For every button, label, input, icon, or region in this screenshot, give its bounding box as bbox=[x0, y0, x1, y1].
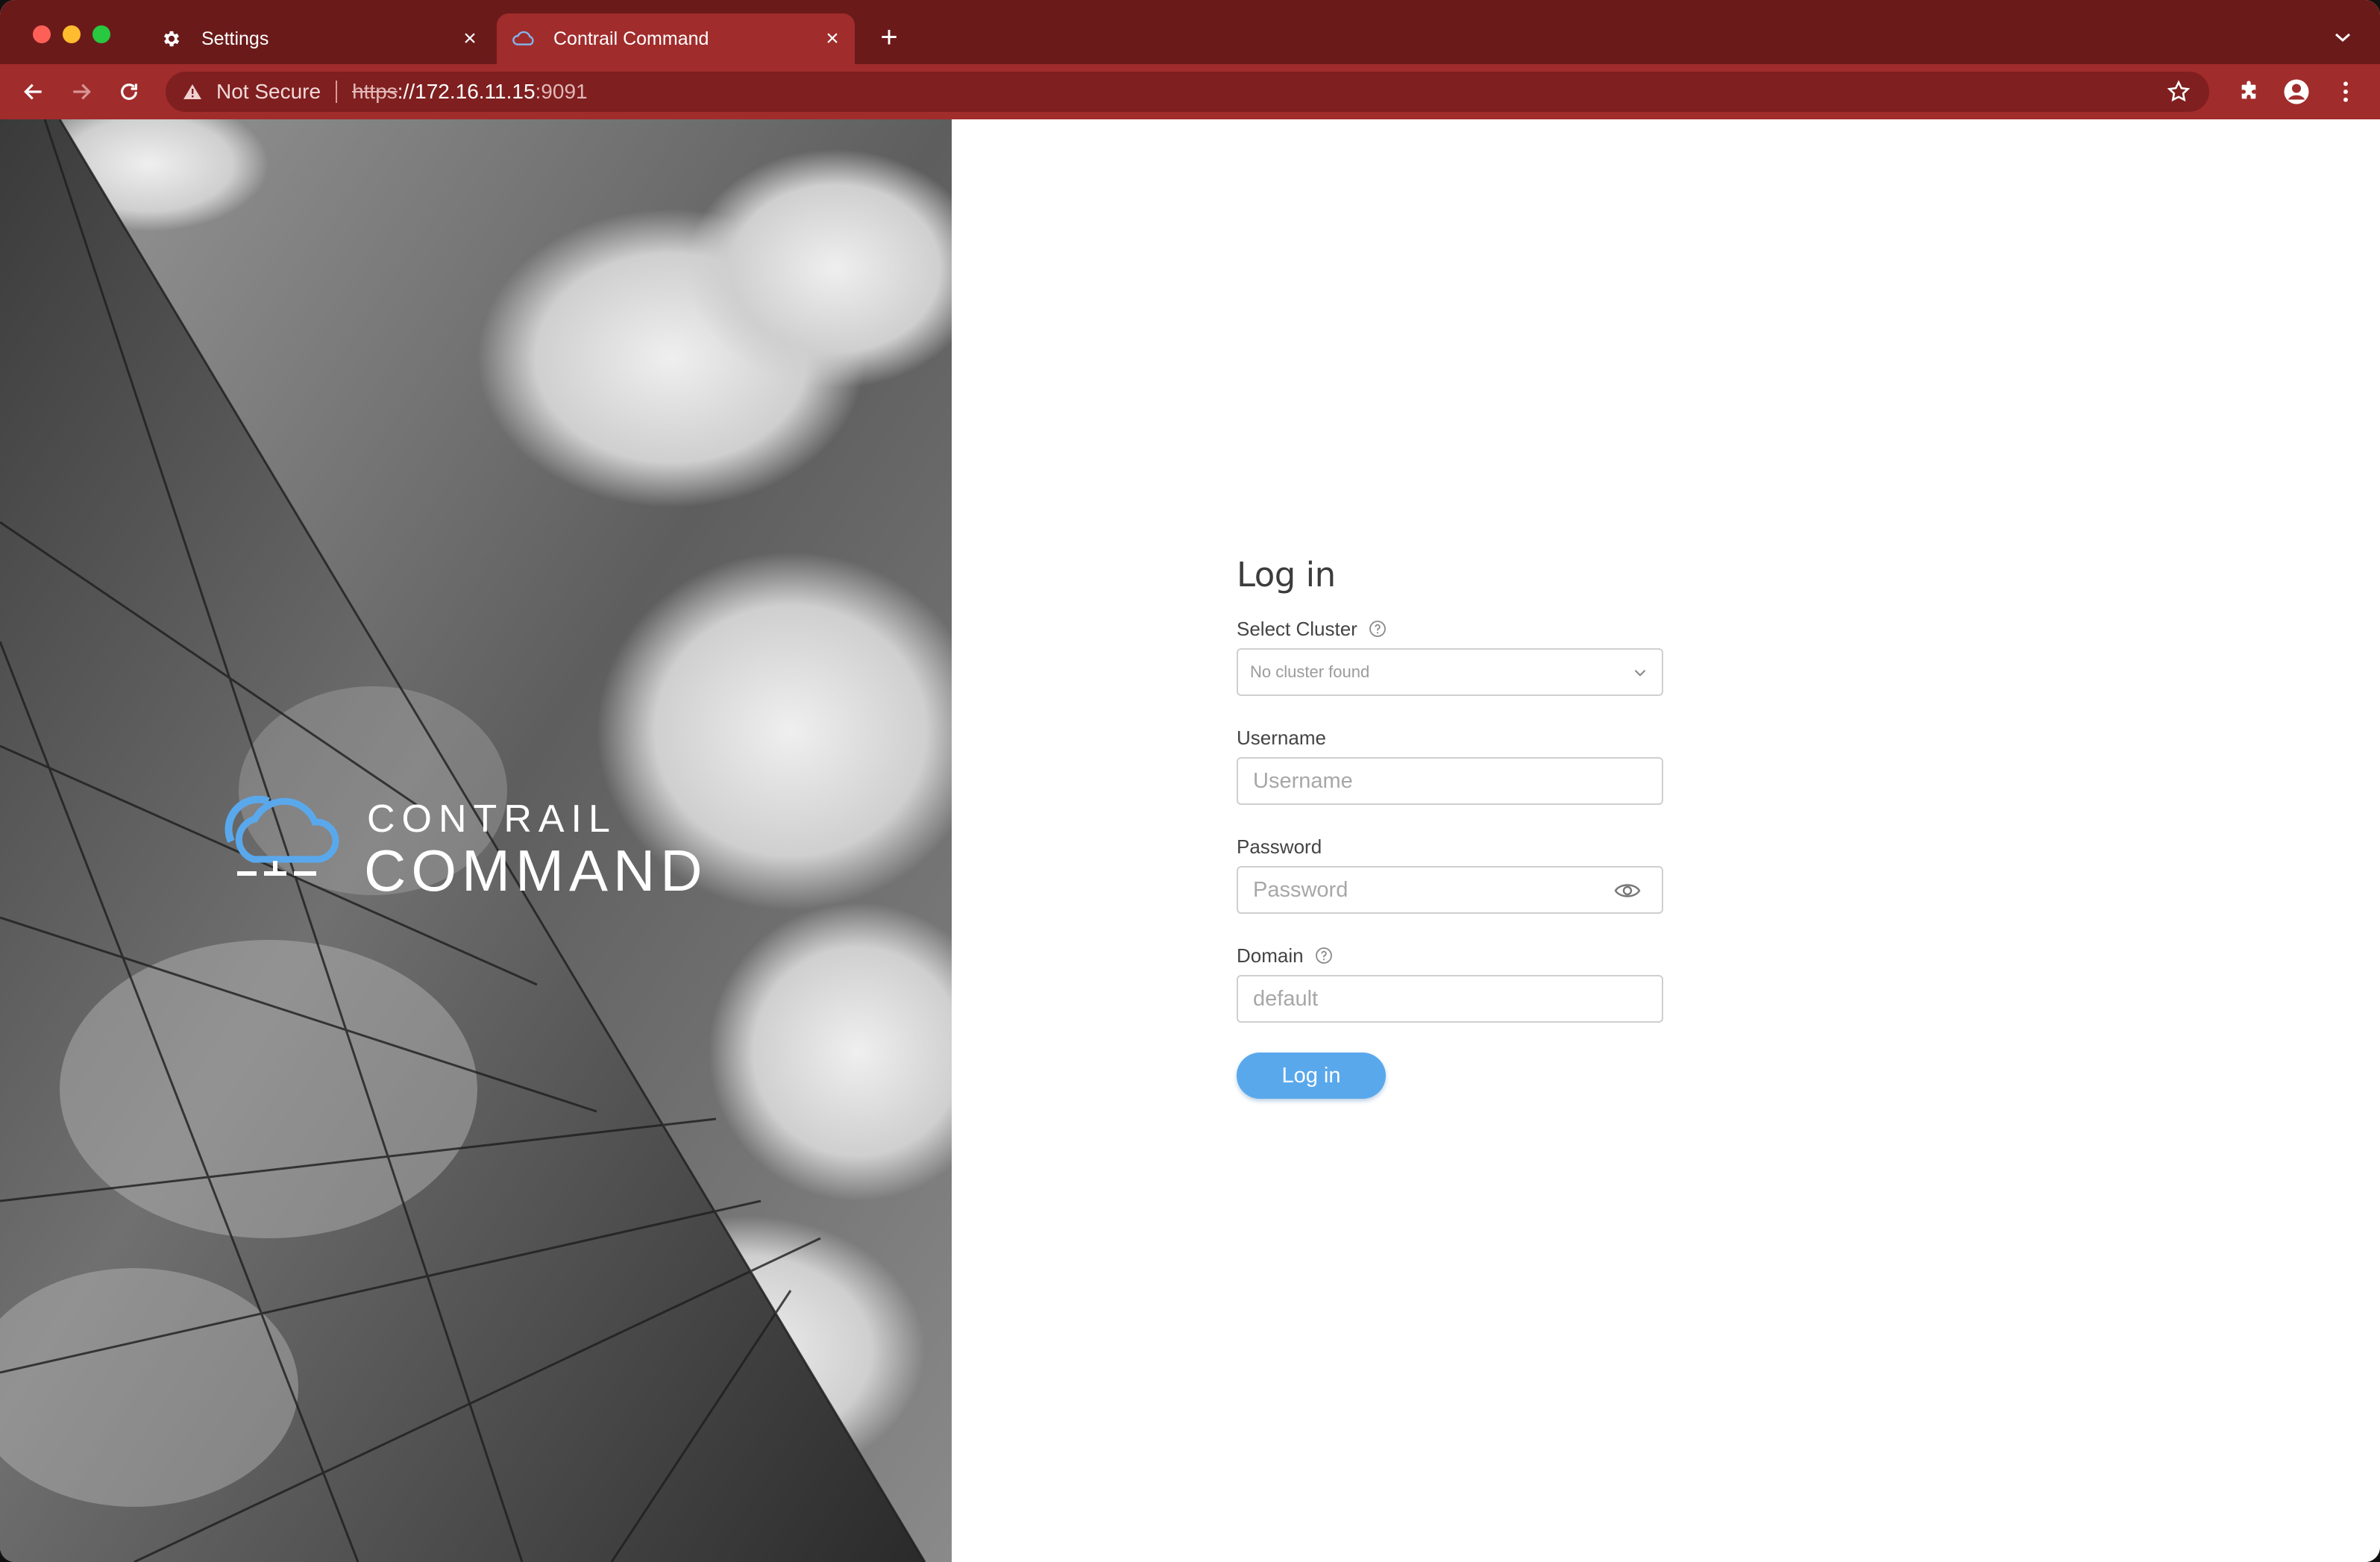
password-placeholder: Password bbox=[1253, 877, 1348, 902]
brand-wordmark-bottom: COMMAND bbox=[364, 838, 708, 903]
bookmark-star-icon[interactable] bbox=[2166, 79, 2191, 104]
help-icon[interactable] bbox=[1368, 619, 1387, 639]
browser-toolbar: Not Secure https ://172.16.11.15 :9091 bbox=[0, 64, 2380, 119]
warning-icon[interactable] bbox=[180, 80, 204, 104]
browser-window: Settings × Contrail Command × + Not Secu… bbox=[0, 0, 2380, 1562]
username-input[interactable]: Username bbox=[1237, 757, 1663, 805]
cloud-favicon-icon bbox=[512, 27, 536, 51]
password-field-group: Password Password bbox=[1237, 835, 1663, 914]
show-password-eye-icon[interactable] bbox=[1614, 879, 1641, 902]
close-tab-icon[interactable]: × bbox=[455, 24, 485, 54]
page-content: CONTRAIL COMMAND Log in Select Cluster N… bbox=[0, 119, 2380, 1562]
cluster-select-value: No cluster found bbox=[1250, 662, 1370, 681]
domain-input[interactable]: default bbox=[1237, 975, 1663, 1023]
extensions-puzzle-icon[interactable] bbox=[2233, 76, 2264, 107]
tab-settings[interactable]: Settings × bbox=[149, 13, 492, 64]
forward-arrow-icon[interactable] bbox=[64, 75, 98, 109]
login-title: Log in bbox=[1237, 555, 1336, 595]
close-tab-icon[interactable]: × bbox=[817, 24, 847, 54]
tab-title: Settings bbox=[201, 28, 269, 49]
cluster-field-group: Select Cluster No cluster found bbox=[1237, 617, 1663, 696]
domain-placeholder: default bbox=[1253, 986, 1319, 1011]
address-bar[interactable]: Not Secure https ://172.16.11.15 :9091 bbox=[166, 72, 2209, 112]
username-label: Username bbox=[1237, 726, 1326, 749]
domain-label: Domain bbox=[1237, 944, 1663, 967]
address-divider bbox=[336, 81, 338, 103]
cloud-logo-icon bbox=[225, 795, 339, 876]
help-icon[interactable] bbox=[1314, 946, 1334, 965]
login-form: Log in Select Cluster No cluster found U… bbox=[1237, 555, 1663, 1099]
cluster-label: Select Cluster bbox=[1237, 617, 1663, 641]
more-menu-icon[interactable] bbox=[2330, 76, 2361, 107]
hero-image: CONTRAIL COMMAND bbox=[0, 119, 952, 1562]
security-status-label[interactable]: Not Secure bbox=[216, 80, 321, 104]
close-window-button[interactable] bbox=[33, 25, 51, 43]
zoom-window-button[interactable] bbox=[92, 25, 110, 43]
tab-contrail-command[interactable]: Contrail Command × bbox=[497, 13, 855, 64]
cluster-label-text: Select Cluster bbox=[1237, 617, 1357, 640]
password-input[interactable]: Password bbox=[1237, 866, 1663, 914]
contrail-command-logo: CONTRAIL COMMAND bbox=[224, 789, 746, 903]
chevron-down-icon bbox=[1630, 663, 1650, 683]
domain-field-group: Domain default bbox=[1237, 944, 1663, 1023]
gear-icon bbox=[160, 27, 183, 51]
brand-wordmark-top: CONTRAIL bbox=[367, 797, 617, 841]
login-button[interactable]: Log in bbox=[1237, 1053, 1386, 1099]
username-placeholder: Username bbox=[1253, 768, 1353, 793]
chevron-down-icon[interactable] bbox=[2328, 22, 2358, 52]
reload-icon[interactable] bbox=[112, 75, 146, 109]
username-field-group: Username Username bbox=[1237, 726, 1663, 805]
tab-strip: Settings × Contrail Command × + bbox=[0, 0, 2380, 64]
profile-avatar-icon[interactable] bbox=[2281, 76, 2312, 107]
tab-title: Contrail Command bbox=[553, 28, 709, 49]
url-host: ://172.16.11.15 bbox=[397, 80, 536, 103]
password-label: Password bbox=[1237, 835, 1322, 858]
cluster-select[interactable]: No cluster found bbox=[1237, 648, 1663, 696]
back-arrow-icon[interactable] bbox=[16, 75, 51, 109]
url-scheme: https bbox=[352, 80, 398, 103]
plus-icon[interactable]: + bbox=[873, 21, 905, 54]
minimize-window-button[interactable] bbox=[63, 25, 81, 43]
url-port: :9091 bbox=[535, 80, 588, 103]
domain-label-text: Domain bbox=[1237, 944, 1304, 967]
